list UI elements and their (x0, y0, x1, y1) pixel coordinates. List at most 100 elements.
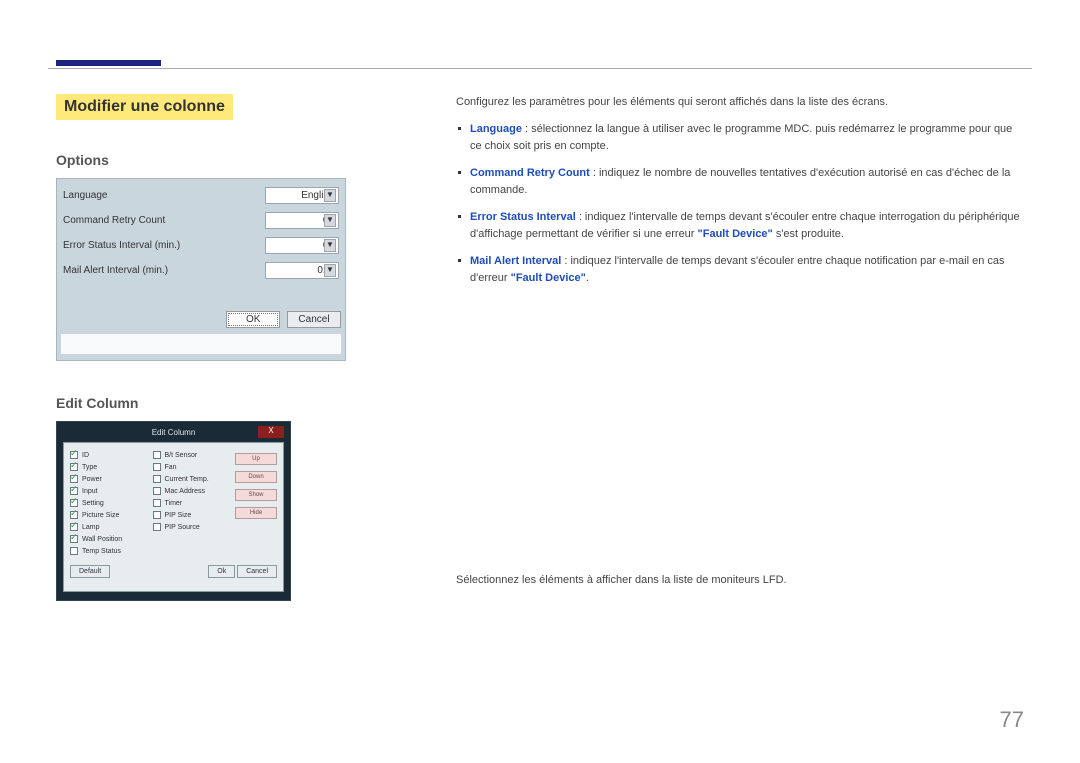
checkbox-icon[interactable] (70, 499, 78, 507)
bullet-text: : sélectionnez la langue à utiliser avec… (470, 123, 1012, 152)
up-button[interactable]: Up (235, 453, 277, 465)
list-item[interactable]: Power (70, 473, 145, 485)
section-title: Modifier une colonne (56, 94, 233, 120)
checkbox-icon[interactable] (70, 535, 78, 543)
list-item-label: Timer (165, 500, 183, 507)
term-errint: Error Status Interval (470, 211, 576, 223)
list-item[interactable]: Wall Position (70, 533, 145, 545)
top-rule (48, 68, 1032, 69)
checkbox-icon[interactable] (70, 463, 78, 471)
options-row: Command Retry Count 01 ▼ (61, 208, 341, 233)
left-column: Modifier une colonne Options Language En… (56, 94, 386, 601)
checkbox-icon[interactable] (153, 475, 161, 483)
bullet-error-interval: Error Status Interval : indiquez l'inter… (456, 209, 1024, 243)
editcolumn-body: ID Type Power Input Setting Picture Size Lamp W… (63, 442, 284, 592)
chevron-down-icon: ▼ (324, 189, 336, 202)
mail-interval-select[interactable]: 010 ▼ (265, 262, 339, 279)
checkbox-icon[interactable] (153, 499, 161, 507)
options-label: Error Status Interval (min.) (61, 233, 251, 258)
default-button[interactable]: Default (70, 565, 110, 578)
editcolumn-intro-text: Sélectionnez les éléments à afficher dan… (456, 572, 1024, 589)
list-item[interactable]: B/t Sensor (153, 449, 228, 461)
checkbox-icon[interactable] (153, 451, 161, 459)
subheading-editcolumn: Edit Column (56, 395, 386, 411)
checkbox-icon[interactable] (70, 475, 78, 483)
checkbox-icon[interactable] (70, 523, 78, 531)
cancel-button[interactable]: Cancel (287, 311, 341, 328)
list-item[interactable]: ID (70, 449, 145, 461)
list-item-label: Wall Position (82, 536, 122, 543)
list-item[interactable]: PIP Source (153, 521, 228, 533)
language-select[interactable]: English ▼ (265, 187, 339, 204)
editcolumn-dialog: Edit Column X ID Type Power Input Setting Pic… (56, 421, 291, 601)
page: Modifier une colonne Options Language En… (48, 60, 1032, 733)
list-item[interactable]: Lamp (70, 521, 145, 533)
list-item-label: Temp Status (82, 548, 121, 555)
cancel-button[interactable]: Cancel (237, 565, 277, 578)
editcolumn-side-buttons: Up Down Show Hide (235, 449, 277, 557)
retry-count-select[interactable]: 01 ▼ (265, 212, 339, 229)
bullet-text: . (586, 272, 589, 284)
list-item-label: Lamp (82, 524, 100, 531)
list-item[interactable]: Fan (153, 461, 228, 473)
chapter-tab-rule (56, 60, 161, 66)
options-row: Mail Alert Interval (min.) 010 ▼ (61, 258, 341, 283)
bullet-mail-interval: Mail Alert Interval : indiquez l'interva… (456, 253, 1024, 287)
term-language: Language (470, 123, 522, 135)
list-item[interactable]: Timer (153, 497, 228, 509)
list-item-label: Setting (82, 500, 104, 507)
right-column: Configurez les paramètres pour les éléme… (456, 94, 1024, 589)
list-item-label: Mac Address (165, 488, 205, 495)
list-item-label: ID (82, 452, 89, 459)
editcolumn-left-list: ID Type Power Input Setting Picture Size Lamp W… (70, 449, 145, 557)
ok-button[interactable]: OK (226, 311, 280, 328)
show-button[interactable]: Show (235, 489, 277, 501)
options-stripe (61, 334, 341, 354)
bullet-retry: Command Retry Count : indiquez le nombre… (456, 165, 1024, 199)
subheading-options: Options (56, 152, 386, 168)
close-button[interactable]: X (258, 426, 284, 438)
checkbox-icon[interactable] (70, 487, 78, 495)
list-item[interactable]: Input (70, 485, 145, 497)
down-button[interactable]: Down (235, 471, 277, 483)
list-item-label: PIP Source (165, 524, 200, 531)
list-item-label: Type (82, 464, 97, 471)
list-item-label: Input (82, 488, 98, 495)
list-item-label: Picture Size (82, 512, 119, 519)
checkbox-icon[interactable] (70, 547, 78, 555)
checkbox-icon[interactable] (153, 523, 161, 531)
editcolumn-title-bar: Edit Column X (63, 426, 284, 442)
options-row: Error Status Interval (min.) 05 ▼ (61, 233, 341, 258)
list-item[interactable]: Picture Size (70, 509, 145, 521)
ok-button[interactable]: Ok (208, 565, 235, 578)
list-item[interactable]: PIP Size (153, 509, 228, 521)
list-item[interactable]: Type (70, 461, 145, 473)
checkbox-icon[interactable] (153, 463, 161, 471)
list-item-label: Power (82, 476, 102, 483)
checkbox-icon[interactable] (153, 487, 161, 495)
hide-button[interactable]: Hide (235, 507, 277, 519)
chevron-down-icon: ▼ (324, 264, 336, 277)
options-dialog: Language English ▼ Command Retry Count (56, 178, 346, 361)
checkbox-icon[interactable] (70, 511, 78, 519)
content: Modifier une colonne Options Language En… (56, 94, 1024, 733)
editcolumn-title: Edit Column (152, 428, 196, 437)
checkbox-icon[interactable] (70, 451, 78, 459)
chevron-down-icon: ▼ (324, 239, 336, 252)
editcolumn-right-list: B/t SensorFanCurrent Temp. Mac Address Tim… (153, 449, 228, 557)
checkbox-icon[interactable] (153, 511, 161, 519)
term-retry: Command Retry Count (470, 167, 590, 179)
options-intro-text: Configurez les paramètres pour les éléme… (456, 94, 1024, 111)
error-interval-select[interactable]: 05 ▼ (265, 237, 339, 254)
fault-device-label: "Fault Device" (698, 228, 773, 240)
list-item[interactable]: Setting (70, 497, 145, 509)
chevron-down-icon: ▼ (324, 214, 336, 227)
page-number: 77 (1000, 707, 1024, 733)
list-item[interactable]: Mac Address (153, 485, 228, 497)
list-item-label: PIP Size (165, 512, 192, 519)
options-bullet-list: Language : sélectionnez la langue à util… (456, 121, 1024, 287)
list-item[interactable]: Temp Status (70, 545, 145, 557)
fault-device-label: "Fault Device" (511, 272, 586, 284)
term-mailint: Mail Alert Interval (470, 255, 561, 267)
list-item[interactable]: Current Temp. (153, 473, 228, 485)
